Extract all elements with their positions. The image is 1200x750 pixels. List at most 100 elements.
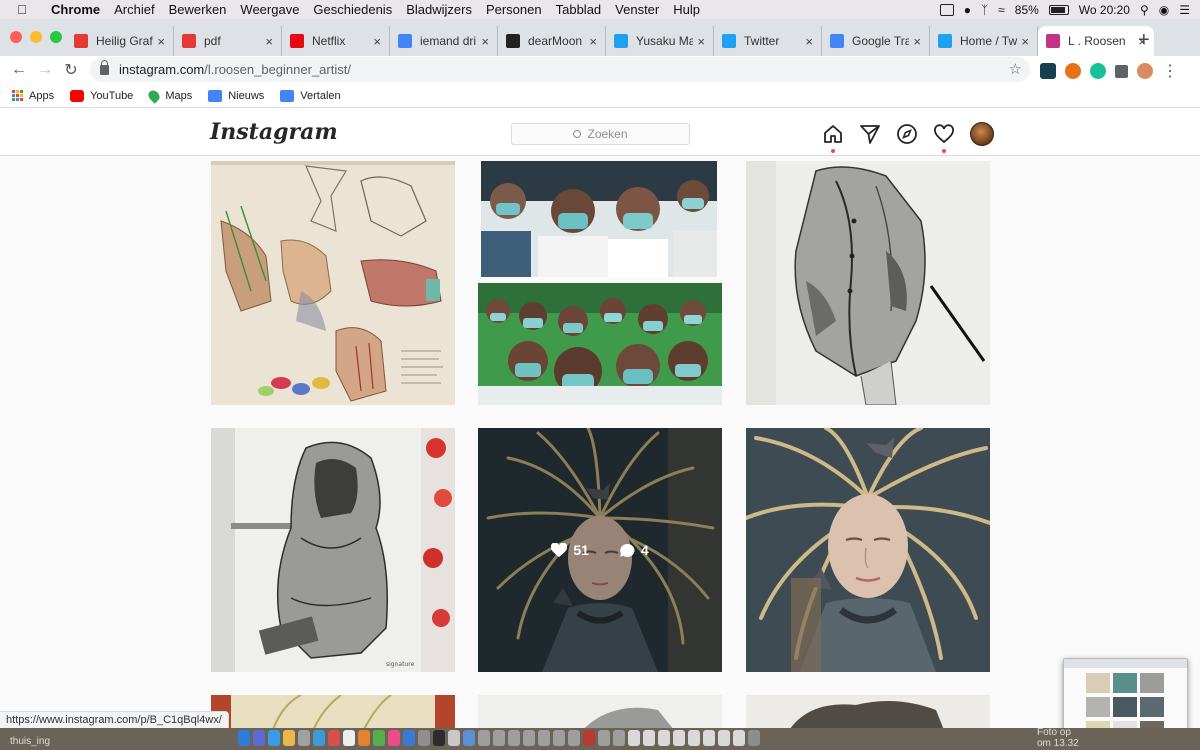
- fullscreen-window-button[interactable]: [50, 31, 62, 43]
- minimize-window-button[interactable]: [30, 31, 42, 43]
- explore-compass-icon[interactable]: [896, 123, 918, 145]
- mail-icon[interactable]: [313, 730, 325, 746]
- new-tab-button[interactable]: +: [1138, 29, 1150, 52]
- browser-tab[interactable]: iemand dri ×: [390, 26, 498, 56]
- chrome-icon[interactable]: [283, 730, 295, 746]
- post-tile[interactable]: signature: [211, 428, 455, 672]
- app-icon[interactable]: [478, 730, 490, 746]
- bookmark-youtube[interactable]: YouTube: [70, 89, 133, 102]
- app-icon[interactable]: [523, 730, 535, 746]
- document-icon[interactable]: [688, 730, 700, 746]
- app-icon[interactable]: [553, 730, 565, 746]
- document-icon[interactable]: [673, 730, 685, 746]
- document-icon[interactable]: [658, 730, 670, 746]
- menu-venster[interactable]: Venster: [608, 2, 666, 17]
- launchpad-icon[interactable]: [253, 730, 265, 746]
- app-store-icon[interactable]: [403, 730, 415, 746]
- bookmark-maps[interactable]: Maps: [146, 87, 192, 104]
- menu-tabblad[interactable]: Tabblad: [549, 2, 609, 17]
- browser-tab[interactable]: pdf ×: [174, 26, 282, 56]
- screenshot-thumbnail[interactable]: [1063, 658, 1188, 738]
- bluetooth-icon[interactable]: ᛉ: [981, 3, 988, 17]
- browser-tab[interactable]: dearMoon ×: [498, 26, 606, 56]
- app-icon[interactable]: [493, 730, 505, 746]
- app-icon[interactable]: [613, 730, 625, 746]
- wifi-icon[interactable]: ≈: [998, 3, 1005, 17]
- back-arrow-icon[interactable]: ←: [6, 61, 32, 79]
- document-icon[interactable]: [628, 730, 640, 746]
- post-tile[interactable]: [211, 161, 455, 405]
- post-tile[interactable]: [211, 695, 455, 728]
- search-input[interactable]: Zoeken: [511, 123, 690, 145]
- finder-icon[interactable]: [238, 730, 250, 746]
- tab-close-icon[interactable]: ×: [157, 34, 165, 49]
- browser-tab[interactable]: Yusaku Ma ×: [606, 26, 714, 56]
- spotlight-icon[interactable]: ⚲: [1140, 3, 1149, 17]
- tab-close-icon[interactable]: ×: [265, 34, 273, 49]
- heart-activity-icon[interactable]: [933, 123, 955, 153]
- tab-close-icon[interactable]: ×: [913, 34, 921, 49]
- browser-tab[interactable]: Heilig Grafi ×: [66, 26, 174, 56]
- bookmark-star-icon[interactable]: ☆: [1009, 60, 1022, 78]
- menu-hulp[interactable]: Hulp: [666, 2, 707, 17]
- menu-geschiedenis[interactable]: Geschiedenis: [306, 2, 399, 17]
- app-icon[interactable]: [463, 730, 475, 746]
- safari-icon[interactable]: [268, 730, 280, 746]
- address-bar[interactable]: instagram.com/l.roosen_beginner_artist/ …: [90, 57, 1030, 82]
- post-hover-overlay[interactable]: 51 4: [478, 428, 722, 672]
- post-tile[interactable]: [746, 695, 990, 728]
- browser-tab[interactable]: L . Roosen ×: [1038, 26, 1154, 56]
- browser-tab[interactable]: Twitter ×: [714, 26, 822, 56]
- tab-close-icon[interactable]: ×: [1021, 34, 1029, 49]
- document-icon[interactable]: [643, 730, 655, 746]
- browser-tab[interactable]: Home / Tw ×: [930, 26, 1038, 56]
- document-icon[interactable]: [733, 730, 745, 746]
- direct-message-icon[interactable]: [859, 123, 881, 145]
- screen-icon[interactable]: [939, 3, 954, 16]
- menu-personen[interactable]: Personen: [479, 2, 549, 17]
- music-icon[interactable]: [388, 730, 400, 746]
- apple-icon[interactable]: : [0, 2, 44, 17]
- bookmark-vertalen[interactable]: Vertalen: [280, 89, 341, 102]
- app-icon[interactable]: [298, 730, 310, 746]
- browser-tab[interactable]: Google Tra ×: [822, 26, 930, 56]
- menu-app-name[interactable]: Chrome: [44, 2, 107, 17]
- document-icon[interactable]: [718, 730, 730, 746]
- document-icon[interactable]: [703, 730, 715, 746]
- browser-tab[interactable]: Netflix ×: [282, 26, 390, 56]
- home-icon[interactable]: [822, 123, 844, 153]
- messages-icon[interactable]: [373, 730, 385, 746]
- post-tile[interactable]: [478, 161, 722, 405]
- post-tile[interactable]: [746, 428, 990, 672]
- forward-arrow-icon[interactable]: →: [32, 61, 58, 79]
- bookmark-nieuws[interactable]: Nieuws: [208, 89, 264, 102]
- battery-icon[interactable]: [1048, 4, 1069, 15]
- trash-icon[interactable]: [748, 730, 760, 746]
- extension-icon[interactable]: [1065, 63, 1081, 79]
- adobe-icon[interactable]: [583, 730, 595, 746]
- menu-kebab-icon[interactable]: ⋮: [1162, 61, 1178, 81]
- post-tile[interactable]: [478, 695, 722, 728]
- extension-icon[interactable]: [1040, 63, 1056, 79]
- reload-icon[interactable]: ↻: [58, 60, 84, 80]
- tab-close-icon[interactable]: ×: [805, 34, 813, 49]
- clock[interactable]: Wo 20:20: [1079, 3, 1130, 17]
- app-icon[interactable]: [568, 730, 580, 746]
- photos-icon[interactable]: [358, 730, 370, 746]
- bookmark-apps[interactable]: Apps: [12, 90, 54, 102]
- post-tile[interactable]: 51 4: [478, 428, 722, 672]
- menu-archief[interactable]: Archief: [107, 2, 161, 17]
- close-window-button[interactable]: [10, 31, 22, 43]
- notification-center-icon[interactable]: ☰: [1179, 3, 1190, 17]
- menu-bladwijzers[interactable]: Bladwijzers: [399, 2, 479, 17]
- app-icon[interactable]: [538, 730, 550, 746]
- settings-icon[interactable]: [418, 730, 430, 746]
- app-icon[interactable]: [433, 730, 445, 746]
- menu-bewerken[interactable]: Bewerken: [162, 2, 234, 17]
- app-icon[interactable]: [508, 730, 520, 746]
- creative-cloud-icon[interactable]: ●: [964, 3, 971, 17]
- grammarly-icon[interactable]: [1090, 63, 1106, 79]
- app-icon[interactable]: [448, 730, 460, 746]
- tab-close-icon[interactable]: ×: [481, 34, 489, 49]
- post-tile[interactable]: [746, 161, 990, 405]
